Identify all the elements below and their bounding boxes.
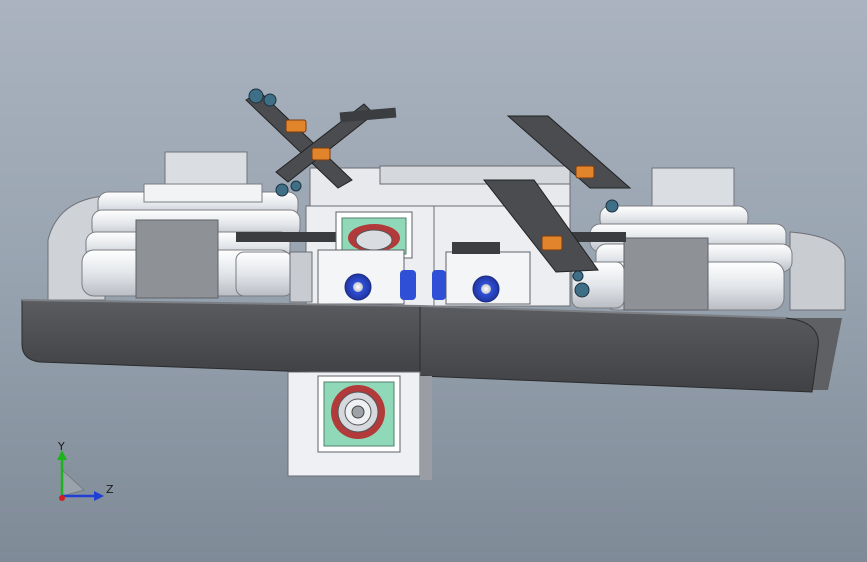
gear-icon [605,199,619,213]
left-roller [143,183,263,203]
z-axis-label: Z [106,483,114,496]
gear-icon [248,88,264,104]
right-coupling [432,270,446,300]
motor-icon [541,235,563,251]
right-side-wall [789,231,846,311]
cad-viewport[interactable]: Y Z [0,0,867,562]
left-roller-stack [81,151,301,299]
hub-icon [344,273,372,301]
gear-icon [572,270,584,282]
cad-assembly-model[interactable] [0,0,867,562]
lower-plate-side [420,376,432,480]
motor-icon [285,119,307,133]
gear-icon [275,183,289,197]
gear-icon [290,180,302,192]
motor-icon [575,165,595,179]
left-coupling [400,270,416,300]
hub-icon [472,275,500,303]
right-upper-block [651,167,735,213]
triad-plane-icon [61,469,85,497]
lower-brake-center [351,405,365,419]
y-axis-label: Y [57,440,65,453]
motor-icon [311,147,331,161]
right-dark-block [623,237,709,311]
brake-hub [355,229,393,251]
belt-bar [236,232,344,242]
tray-right-half [419,305,819,393]
tray-left-half [21,299,421,377]
shaft-column [289,251,313,303]
axis-triad[interactable]: Y Z [44,440,124,510]
upper-housing-top [379,165,571,185]
z-axis-arrow-icon [94,491,104,501]
x-axis-dot-icon [59,495,65,501]
lower-plate [287,371,432,480]
connector-block [452,242,500,254]
left-dark-block [135,219,219,299]
gear-icon [263,93,277,107]
gear-icon [574,282,590,298]
left-inner-roller [235,251,293,297]
